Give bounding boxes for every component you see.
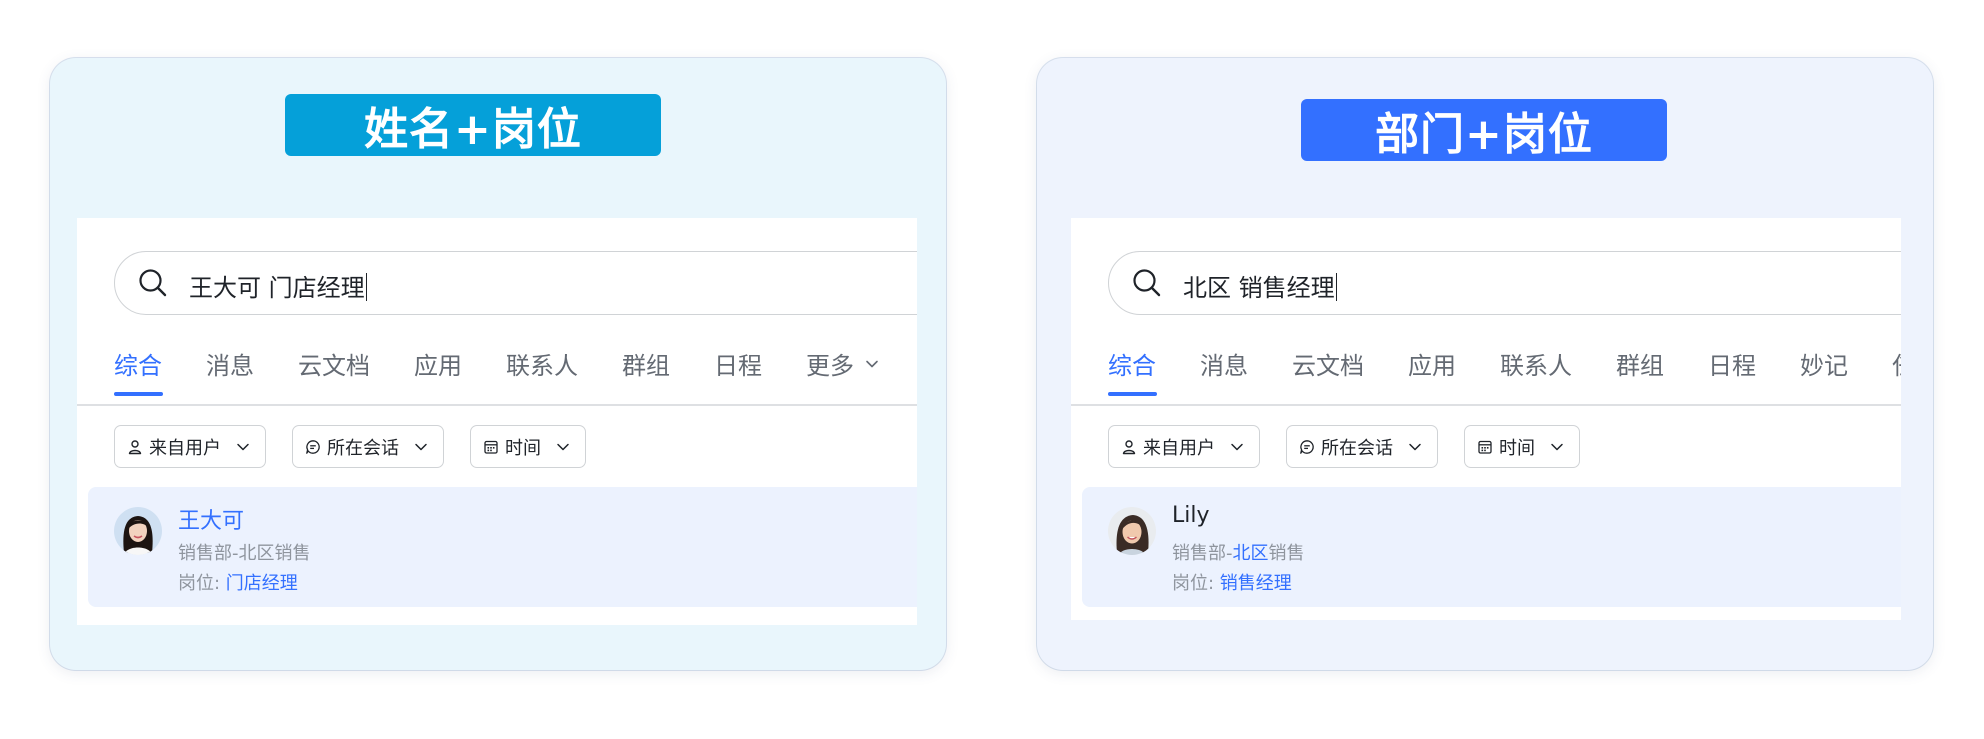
chevron-down-icon <box>1551 443 1563 450</box>
filter-label: 来自用户 <box>1143 437 1215 459</box>
search-input[interactable]: 北区 销售经理 <box>1108 251 1901 315</box>
tab-groups[interactable]: 群组 <box>1616 346 1664 381</box>
calendar-icon <box>484 440 498 454</box>
result-position: 岗位: 门店经理 <box>178 573 298 594</box>
position-highlight: 门店经理 <box>225 573 298 594</box>
card-tag: 姓名+岗位 <box>285 94 661 156</box>
search-query: 王大可 门店经理 <box>189 268 368 303</box>
tab-messages[interactable]: 消息 <box>206 346 254 381</box>
tabs-divider <box>77 404 917 406</box>
result-position: 岗位: 销售经理 <box>1172 573 1292 594</box>
tab-cloud-docs[interactable]: 云文档 <box>298 346 370 381</box>
tab-groups[interactable]: 群组 <box>622 346 670 381</box>
filter-label: 所在会话 <box>1321 437 1393 459</box>
active-tab-indicator <box>114 392 163 396</box>
filter-label: 时间 <box>1499 437 1535 459</box>
search-panel: 北区 销售经理 综合 消息 云文档 应用 联系人 群组 日程 妙记 任 来自用户… <box>1071 218 1901 620</box>
category-tabs: 综合 消息 云文档 应用 联系人 群组 日程 更多 <box>77 340 917 404</box>
department-highlight: 北区 <box>1232 543 1269 564</box>
result-name: 王大可 <box>178 509 245 534</box>
search-input[interactable]: 王大可 门店经理 <box>114 251 917 315</box>
result-department: 销售部-北区销售 <box>178 543 311 564</box>
tab-cloud-docs[interactable]: 云文档 <box>1292 346 1364 381</box>
tab-comprehensive[interactable]: 综合 <box>1108 346 1156 381</box>
text-caret <box>1335 273 1338 301</box>
person-icon <box>1122 439 1136 454</box>
filter-conversation[interactable]: 所在会话 <box>1286 425 1438 468</box>
tab-minutes[interactable]: 妙记 <box>1800 346 1848 381</box>
result-item[interactable]: Lily 销售部-北区销售 岗位: 销售经理 <box>1082 487 1901 607</box>
search-icon <box>139 269 167 297</box>
chevron-down-icon <box>1409 443 1421 450</box>
chat-icon <box>1300 439 1314 454</box>
tab-apps[interactable]: 应用 <box>1408 346 1456 381</box>
text-caret <box>365 273 368 301</box>
tab-calendar[interactable]: 日程 <box>714 346 762 381</box>
filter-label: 来自用户 <box>149 437 221 459</box>
chevron-down-icon <box>415 443 427 450</box>
tab-comprehensive[interactable]: 综合 <box>114 346 162 381</box>
filter-label: 时间 <box>505 437 541 459</box>
chat-icon <box>306 439 320 454</box>
result-item[interactable]: 王大可 销售部-北区销售 岗位: 门店经理 <box>88 487 917 607</box>
search-query: 北区 销售经理 <box>1183 268 1338 303</box>
chevron-down-icon <box>237 443 249 450</box>
tab-apps[interactable]: 应用 <box>414 346 462 381</box>
tab-contacts[interactable]: 联系人 <box>1500 346 1572 381</box>
search-icon <box>1133 269 1161 297</box>
chevron-down-icon <box>865 360 878 368</box>
tab-tasks[interactable]: 任 <box>1892 346 1901 381</box>
avatar <box>114 507 162 555</box>
search-panel: 王大可 门店经理 综合 消息 云文档 应用 联系人 群组 日程 更多 来自用户 … <box>77 218 917 625</box>
category-tabs: 综合 消息 云文档 应用 联系人 群组 日程 妙记 任 <box>1071 340 1901 404</box>
filter-conversation[interactable]: 所在会话 <box>292 425 444 468</box>
tab-calendar[interactable]: 日程 <box>1708 346 1756 381</box>
active-tab-indicator <box>1108 392 1157 396</box>
filter-time[interactable]: 时间 <box>1464 425 1580 468</box>
result-name: Lily <box>1172 503 1210 528</box>
chevron-down-icon <box>557 443 569 450</box>
card-tag: 部门+岗位 <box>1301 99 1667 161</box>
filter-from-user[interactable]: 来自用户 <box>114 425 266 468</box>
filter-label: 所在会话 <box>327 437 399 459</box>
avatar <box>1108 507 1156 555</box>
card-name-position: 姓名+岗位 王大可 门店经理 综合 消息 云文档 应用 联系人 群组 日程 更多… <box>50 58 946 670</box>
tab-contacts[interactable]: 联系人 <box>506 346 578 381</box>
position-highlight: 销售经理 <box>1219 573 1292 594</box>
person-icon <box>128 439 142 454</box>
tab-more[interactable]: 更多 <box>806 346 880 381</box>
tabs-divider <box>1071 404 1901 406</box>
filter-from-user[interactable]: 来自用户 <box>1108 425 1260 468</box>
calendar-icon <box>1478 440 1492 454</box>
tab-messages[interactable]: 消息 <box>1200 346 1248 381</box>
chevron-down-icon <box>1231 443 1243 450</box>
card-department-position: 部门+岗位 北区 销售经理 综合 消息 云文档 应用 联系人 群组 日程 妙记 … <box>1037 58 1933 670</box>
result-department: 销售部-北区销售 <box>1172 543 1305 564</box>
filter-time[interactable]: 时间 <box>470 425 586 468</box>
